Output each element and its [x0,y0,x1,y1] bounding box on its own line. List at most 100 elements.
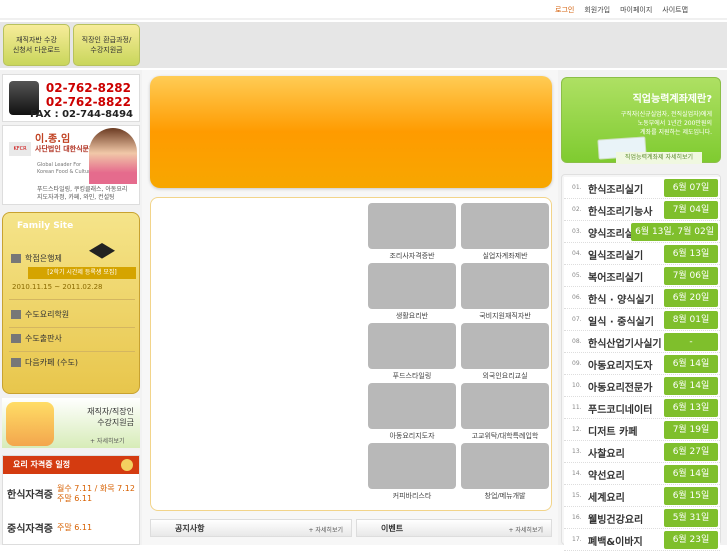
account-system-banner[interactable]: 직업능력계좌제란? 구직자(신규실업자, 전직실업자)에게 노동부에서 1년간 … [561,77,721,164]
schedule-number: 10. [572,382,582,389]
schedule-course-name: 한식조리실기 [588,185,644,196]
course-label: 생활요리반 [395,312,429,320]
quick-button-label: 수강지원금 [90,46,123,54]
mypage-link[interactable]: 마이페이지 [620,5,652,15]
schedule-row[interactable]: 07. 일식 · 중식실기 8월 01일 [564,309,720,331]
monitor-icon [11,254,21,263]
schedule-number: 04. [572,250,582,257]
sitemap-link[interactable]: 사이트맵 [662,5,688,15]
course-item[interactable]: 아동요리지도자 [367,383,457,445]
course-photo [461,443,549,489]
notice-tab-label: 공지사항 [175,524,205,533]
course-photo [368,263,456,309]
schedule-row[interactable]: 06. 한식 · 양식실기 6월 20일 [564,287,720,309]
course-item[interactable]: 푸드스타일링 [367,323,457,385]
course-item[interactable]: 실업자계좌제반 [460,203,550,265]
schedule-course-name: 폐백&이바지 [588,537,643,548]
schedule-course-name: 세계요리 [588,493,625,504]
fax-number: FAX : 02-744-8494 [29,109,133,120]
description-line: 지도자과정, 카페, 와인, 컨설팅 [37,194,115,201]
schedule-date: 6월 14일 [664,355,718,373]
refund-course-button[interactable]: 직장인 환급과정/ 수강지원금 [73,24,140,66]
schedule-number: 08. [572,338,582,345]
divider [9,299,135,300]
account-description-line: 구직자(신규실업자, 전직실업자)에게 [620,111,712,118]
schedule-row[interactable]: 12. 디저트 카페 7월 19일 [564,419,720,441]
login-link[interactable]: 로그인 [555,5,574,15]
schedule-row[interactable]: 11. 푸드코디네이터 6월 13일 [564,397,720,419]
schedule-row[interactable]: 03. 양식조리실기 6월 13일, 7월 02일 [564,221,720,243]
main-banner[interactable] [150,76,552,188]
course-label: 창업/메뉴개발 [484,492,526,500]
event-tab[interactable]: 이벤트 + 자세히보기 [356,519,552,537]
course-item[interactable]: 커피바리스타 [367,443,457,505]
schedule-row[interactable]: 09. 아동요리지도자 6월 14일 [564,353,720,375]
schedule-row[interactable]: 04. 일식조리실기 6월 13일 [564,243,720,265]
quick-button-label: 신청서 다운로드 [12,46,61,54]
exam-schedule-list: 01. 한식조리실기 6월 07일 02. 한식조리기능사 7월 04일 03. 양식조리실기… [561,174,721,551]
kfcr-logo: KFCR [9,142,31,156]
schedule-number: 07. [572,316,582,323]
tagline-line: Korean Food & Culture [37,169,94,175]
schedule-row[interactable]: 10. 아동요리전문가 6월 14일 [564,375,720,397]
course-item[interactable]: 고교위탁/대학특례입학 [460,383,550,445]
family-item-label: 수도출판사 [25,334,62,343]
schedule-number: 16. [572,514,582,521]
book-icon [11,334,21,343]
schedule-row[interactable]: 08. 한식산업기사실기 - [564,331,720,353]
schedule-row[interactable]: 17. 폐백&이바지 6월 23일 [564,529,720,551]
schedule-row[interactable]: 01. 한식조리실기 6월 07일 [564,177,720,199]
schedule-row[interactable]: 16. 웰빙건강요리 5월 31일 [564,507,720,529]
support-more-link[interactable]: + 자세히보기 [90,436,125,445]
join-link[interactable]: 회원가입 [584,5,610,15]
schedule-row[interactable]: 02. 한식조리기능사 7월 04일 [564,199,720,221]
support-line: 재직자/직장인 [87,407,134,416]
certificate-schedule-title: 요리 자격증 일정 [3,456,139,474]
schedule-number: 11. [572,404,582,411]
divider [9,327,135,328]
schedule-row[interactable]: 14. 약선요리 6월 14일 [564,463,720,485]
description-line: 푸드스타일링, 쿠킹클래스, 아동요리 [37,186,128,193]
course-photo [461,323,549,369]
application-download-button[interactable]: 재직자반 수강 신청서 다운로드 [3,24,70,66]
book-icon [11,310,21,319]
course-item[interactable]: 창업/메뉴개발 [460,443,550,505]
course-photo [368,383,456,429]
profile-name: 이.종.임 [35,134,71,145]
course-item[interactable]: 생활요리반 [367,263,457,325]
profile-box[interactable]: 이.종.임 KFCR 사단법인 대한식문화연구원 Global Leader F… [2,125,140,205]
schedule-number: 12. [572,426,582,433]
family-site-title: Family Site [17,221,74,231]
event-more-link[interactable]: + 자세히보기 [508,525,543,534]
family-item-cooking-school[interactable]: 수도요리학원 [11,309,69,320]
chevron-down-icon[interactable] [121,459,133,471]
course-photo [368,203,456,249]
schedule-number: 03. [572,228,582,235]
support-banner[interactable]: 재직자/직장인 수강지원금 + 자세히보기 [2,398,140,448]
schedule-date: - [664,333,718,351]
schedule-row[interactable]: 05. 복어조리실기 7월 06일 [564,265,720,287]
account-more-button[interactable]: 직업능력계좌제 자세히보기 [616,152,702,164]
korean-cert-dates: 월수 7.11 / 화목 7.12 주말 6.11 [57,484,135,504]
family-item-credit-bank[interactable]: 학점은행제 [11,253,62,264]
family-item-label: 학점은행제 [25,254,62,263]
schedule-row[interactable]: 13. 사찰요리 6월 27일 [564,441,720,463]
course-item[interactable]: 외국인요리교실 [460,323,550,385]
course-item[interactable]: 조리사자격증반 [367,203,457,265]
schedule-date: 6월 13일, 7월 02일 [631,223,718,241]
schedule-row[interactable]: 15. 세계요리 6월 15일 [564,485,720,507]
course-label: 조리사자격증반 [389,252,435,260]
course-item[interactable]: 국비지원재직자반 [460,263,550,325]
notice-tab[interactable]: 공지사항 + 자세히보기 [150,519,352,537]
schedule-course-name: 한식 · 양식실기 [588,295,654,306]
quick-button-label: 직장인 환급과정/ [81,36,132,44]
schedule-number: 09. [572,360,582,367]
schedule-course-name: 한식산업기사실기 [588,339,662,350]
recruit-notice[interactable]: [2학기 시간제 등록생 모집] [28,267,136,279]
family-item-publisher[interactable]: 수도출판사 [11,333,62,344]
support-line: 수강지원금 [97,418,134,427]
family-item-daum-cafe[interactable]: 다음카페 (수도) [11,357,78,368]
notice-more-link[interactable]: + 자세히보기 [308,525,343,534]
schedule-date: 6월 20일 [664,289,718,307]
schedule-course-name: 웰빙건강요리 [588,515,644,526]
